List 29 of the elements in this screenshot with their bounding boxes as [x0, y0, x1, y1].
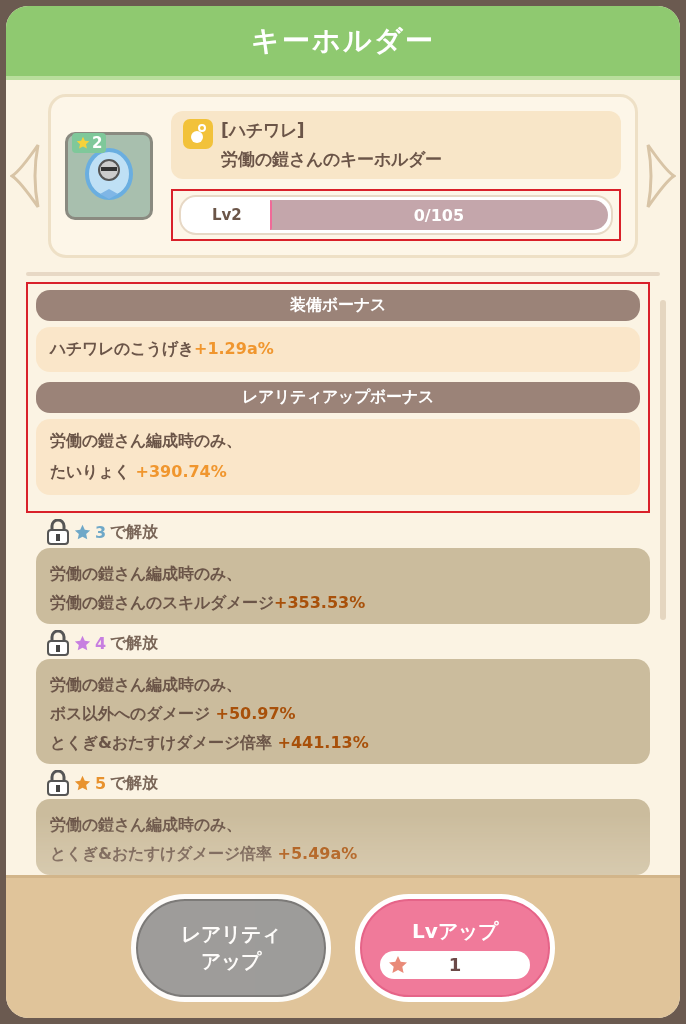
- window-title: キーホルダー: [251, 23, 435, 59]
- bonus-text: 労働の鎧さん編成時のみ、: [50, 431, 243, 452]
- next-arrow-icon[interactable]: [646, 141, 676, 211]
- level-up-button[interactable]: Lvアップ 1: [355, 894, 555, 1002]
- star-level: 4: [95, 633, 107, 653]
- previous-arrow-icon[interactable]: [10, 141, 40, 211]
- star-icon: [388, 954, 408, 975]
- bonus-text: 労働の鎧さん編成時のみ、: [50, 564, 243, 585]
- item-name: 労働の鎧さんのキーホルダー: [221, 148, 442, 171]
- bonus-text: たいりょく +390.74%: [50, 462, 228, 483]
- bonus-text: 労働の鎧さんのスキルダメージ+353.53%: [50, 593, 367, 614]
- section-title: 装備ボーナス: [36, 290, 640, 321]
- star-level: 3: [95, 522, 107, 542]
- bonus-text: とくぎ&おたすけダメージ倍率 +5.49a%: [50, 844, 359, 865]
- section-title: レアリティアップボーナス: [36, 382, 640, 413]
- unlock-label: で解放: [110, 632, 159, 654]
- rarity-badge: 2: [72, 133, 107, 153]
- unlock-label: で解放: [110, 521, 159, 543]
- bonus-text: 労働の鎧さん編成時のみ、: [50, 675, 243, 696]
- keychain-icon: [183, 119, 213, 149]
- bonus-text: ボス以外へのダメージ +50.97%: [50, 704, 297, 725]
- bonus-text: 労働の鎧さん編成時のみ、: [50, 815, 243, 836]
- item-category: [ハチワレ]: [221, 119, 306, 142]
- cost-field: 1: [380, 950, 530, 979]
- unlock-label: で解放: [110, 772, 159, 794]
- bonus-text: ハチワレのこうげき+1.29a%: [50, 339, 275, 360]
- star-level: 5: [95, 773, 107, 793]
- exp-progress: 0/105: [412, 205, 466, 225]
- bonus-text: とくぎ&おたすけダメージ倍率 +441.13%: [50, 733, 370, 754]
